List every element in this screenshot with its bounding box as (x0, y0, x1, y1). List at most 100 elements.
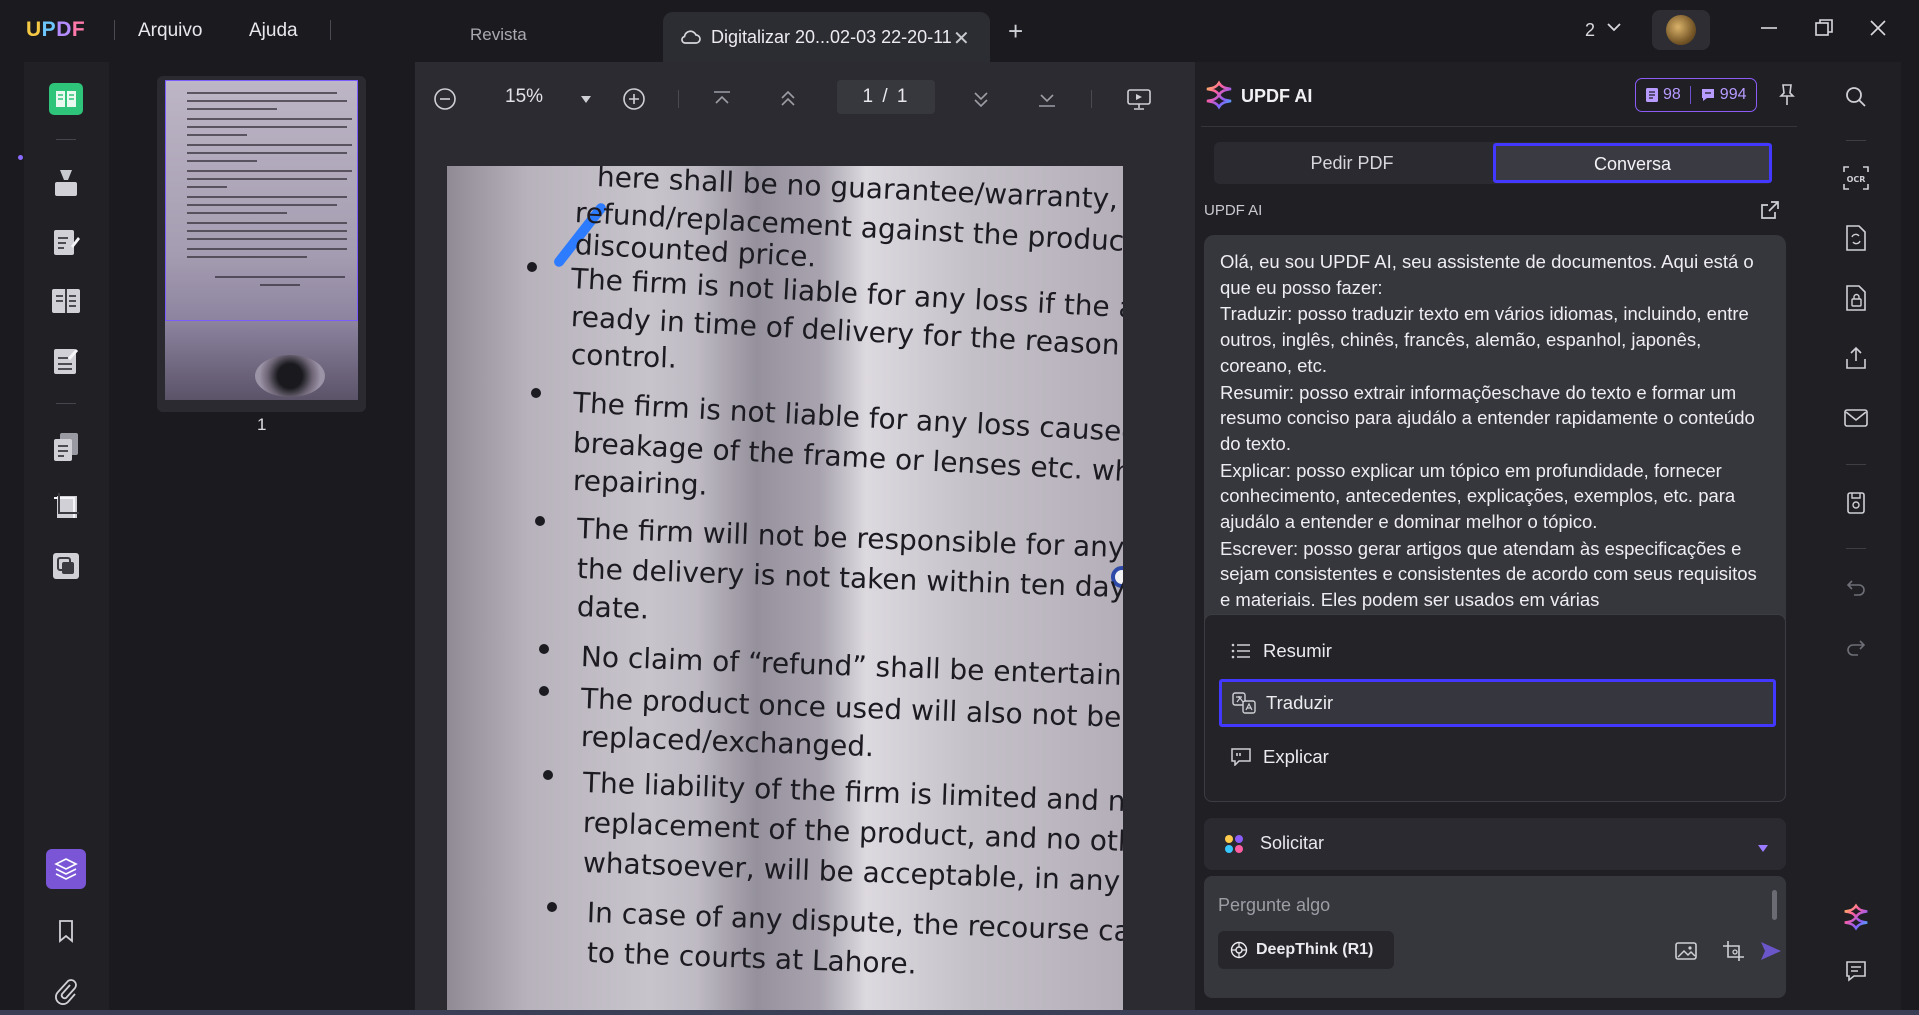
updf-ai-icon[interactable] (1837, 898, 1875, 936)
message-paragraph: Explicar: posso explicar um tópico em pr… (1220, 459, 1736, 533)
message-paragraph: Resumir: posso extrair informaçõeschave … (1220, 381, 1755, 454)
attachment-icon[interactable] (46, 971, 86, 1011)
zoom-level[interactable]: 15% (505, 86, 543, 108)
tab-ask-pdf[interactable]: Pedir PDF (1214, 142, 1490, 184)
window-count[interactable]: 2 (1585, 20, 1595, 41)
chevron-down-icon[interactable] (1605, 18, 1623, 41)
zoom-dropdown-icon[interactable] (580, 92, 592, 110)
presentation-icon[interactable] (1125, 86, 1153, 117)
search-icon[interactable] (1837, 78, 1875, 116)
restore-icon[interactable] (1813, 17, 1835, 44)
left-tool-rail (0, 62, 133, 1015)
page-number-input[interactable]: 1 / 1 (837, 80, 935, 114)
crop-pages-button[interactable] (46, 486, 86, 526)
menu-ajuda[interactable]: Ajuda (249, 20, 298, 42)
prompt-selector[interactable]: Solicitar (1204, 818, 1786, 870)
updf-ai-logo-icon (1204, 80, 1234, 115)
tab-active-document[interactable]: Digitalizar 20...02-03 22-20-11 ✕ (663, 12, 990, 62)
bottom-strip (0, 1010, 1919, 1015)
suggestion-label: Traduzir (1266, 692, 1334, 713)
suggestion-label: Explicar (1263, 746, 1329, 767)
organize-pages-button[interactable] (46, 281, 86, 321)
translate-icon (1222, 692, 1266, 714)
prompt-selector-label: Solicitar (1260, 833, 1325, 853)
deepthink-label: DeepThink (R1) (1256, 941, 1374, 958)
ai-message-bubble: Olá, eu sou UPDF AI, seu assistente de d… (1204, 235, 1786, 675)
caret-down-icon[interactable] (1757, 840, 1769, 858)
zoom-in-icon[interactable] (621, 86, 647, 117)
comments-icon[interactable] (1837, 952, 1875, 990)
deepthink-toggle[interactable]: DeepThink (R1) (1218, 931, 1394, 969)
layers-button[interactable] (46, 849, 86, 889)
rail-separator (1846, 548, 1866, 549)
protect-pdf-icon[interactable] (1837, 279, 1875, 317)
image-upload-icon[interactable] (1674, 940, 1698, 967)
ask-input[interactable] (1218, 890, 1738, 920)
eye-image (255, 355, 325, 397)
suggestion-resumir[interactable]: Resumir (1219, 627, 1776, 675)
convert-pdf-icon[interactable] (1837, 219, 1875, 257)
suggestion-explicar[interactable]: Explicar (1219, 733, 1776, 781)
email-icon[interactable] (1837, 399, 1875, 437)
doc-credits: 98 (1636, 86, 1690, 104)
open-external-icon[interactable] (1758, 198, 1782, 227)
next-page-icon[interactable] (970, 86, 992, 117)
toolbar-separator (1091, 90, 1092, 108)
right-tool-rail: OCR (1809, 62, 1919, 1015)
convert-button[interactable] (46, 427, 86, 467)
close-window-icon[interactable] (1867, 17, 1889, 44)
reader-mode-button[interactable] (46, 79, 86, 119)
document-page[interactable]: here shall be no guarantee/warranty, ref… (447, 166, 1123, 1015)
bookmark-icon[interactable] (46, 911, 86, 951)
rail-separator (1846, 140, 1866, 141)
list-icon (1219, 643, 1263, 659)
tab-revista[interactable]: Revista (430, 18, 660, 52)
cloud-icon (679, 27, 701, 52)
toolbar-separator (678, 90, 679, 108)
pin-icon[interactable] (1777, 83, 1797, 112)
form-tool-button[interactable] (46, 341, 86, 381)
document-viewer: 15% 1 / 1 here shall be no guarantee/war (415, 62, 1195, 1015)
save-icon[interactable] (1837, 484, 1875, 522)
message-paragraph: Traduzir: posso traduzir texto em vários… (1220, 303, 1749, 376)
last-page-icon[interactable] (1036, 86, 1058, 117)
chat-credits-value: 994 (1719, 86, 1747, 103)
menu-arquivo[interactable]: Arquivo (138, 20, 202, 42)
send-icon[interactable] (1759, 940, 1783, 967)
tab-title: Digitalizar 20...02-03 22-20-11 (711, 27, 952, 47)
close-tab-icon[interactable]: ✕ (953, 26, 970, 51)
title-bar: UPDF Arquivo Ajuda Revista Digitalizar 2… (0, 0, 1919, 62)
suggestion-label: Resumir (1263, 640, 1332, 661)
message-paragraph: Escrever: posso gerar artigos que atenda… (1220, 537, 1757, 611)
zoom-out-icon[interactable] (432, 86, 458, 117)
viewer-toolbar: 15% 1 / 1 (415, 62, 1195, 138)
rail-separator (1846, 464, 1866, 465)
prompt-suggestions-menu: Resumir Traduzir Explicar (1204, 614, 1786, 802)
user-avatar[interactable] (1652, 10, 1710, 50)
undo-icon[interactable] (1837, 568, 1875, 606)
message-paragraph: Olá, eu sou UPDF AI, seu assistente de d… (1220, 251, 1754, 298)
redo-icon[interactable] (1837, 628, 1875, 666)
suggestion-traduzir[interactable]: Traduzir (1219, 679, 1776, 727)
thumbnail-page-number: 1 (257, 415, 267, 434)
updf-logo: UPDF (26, 18, 86, 41)
comment-tool-button[interactable] (46, 162, 86, 202)
edit-pdf-button[interactable] (46, 222, 86, 262)
doc-credits-value: 98 (1663, 86, 1681, 103)
add-tab-button[interactable]: + (1008, 18, 1023, 44)
batch-tool-button[interactable] (46, 546, 86, 586)
ai-sender-label: UPDF AI (1204, 202, 1263, 219)
deepthink-icon (1230, 941, 1248, 959)
ocr-icon[interactable]: OCR (1837, 159, 1875, 197)
active-indicator-dot (18, 155, 23, 160)
screenshot-crop-icon[interactable] (1722, 940, 1746, 967)
share-icon[interactable] (1837, 339, 1875, 377)
ai-assistant-panel: UPDF AI 98 994 Pedir PDF Conversa UPDF A… (1195, 62, 1809, 1015)
minimize-icon[interactable] (1758, 17, 1780, 44)
ai-credits-badge[interactable]: 98 994 (1635, 78, 1757, 112)
input-scrollbar[interactable] (1772, 890, 1777, 920)
chat-input-area: DeepThink (R1) (1204, 876, 1786, 998)
tab-chat[interactable]: Conversa (1493, 143, 1772, 183)
previous-page-icon[interactable] (777, 86, 799, 117)
first-page-icon[interactable] (711, 86, 733, 117)
